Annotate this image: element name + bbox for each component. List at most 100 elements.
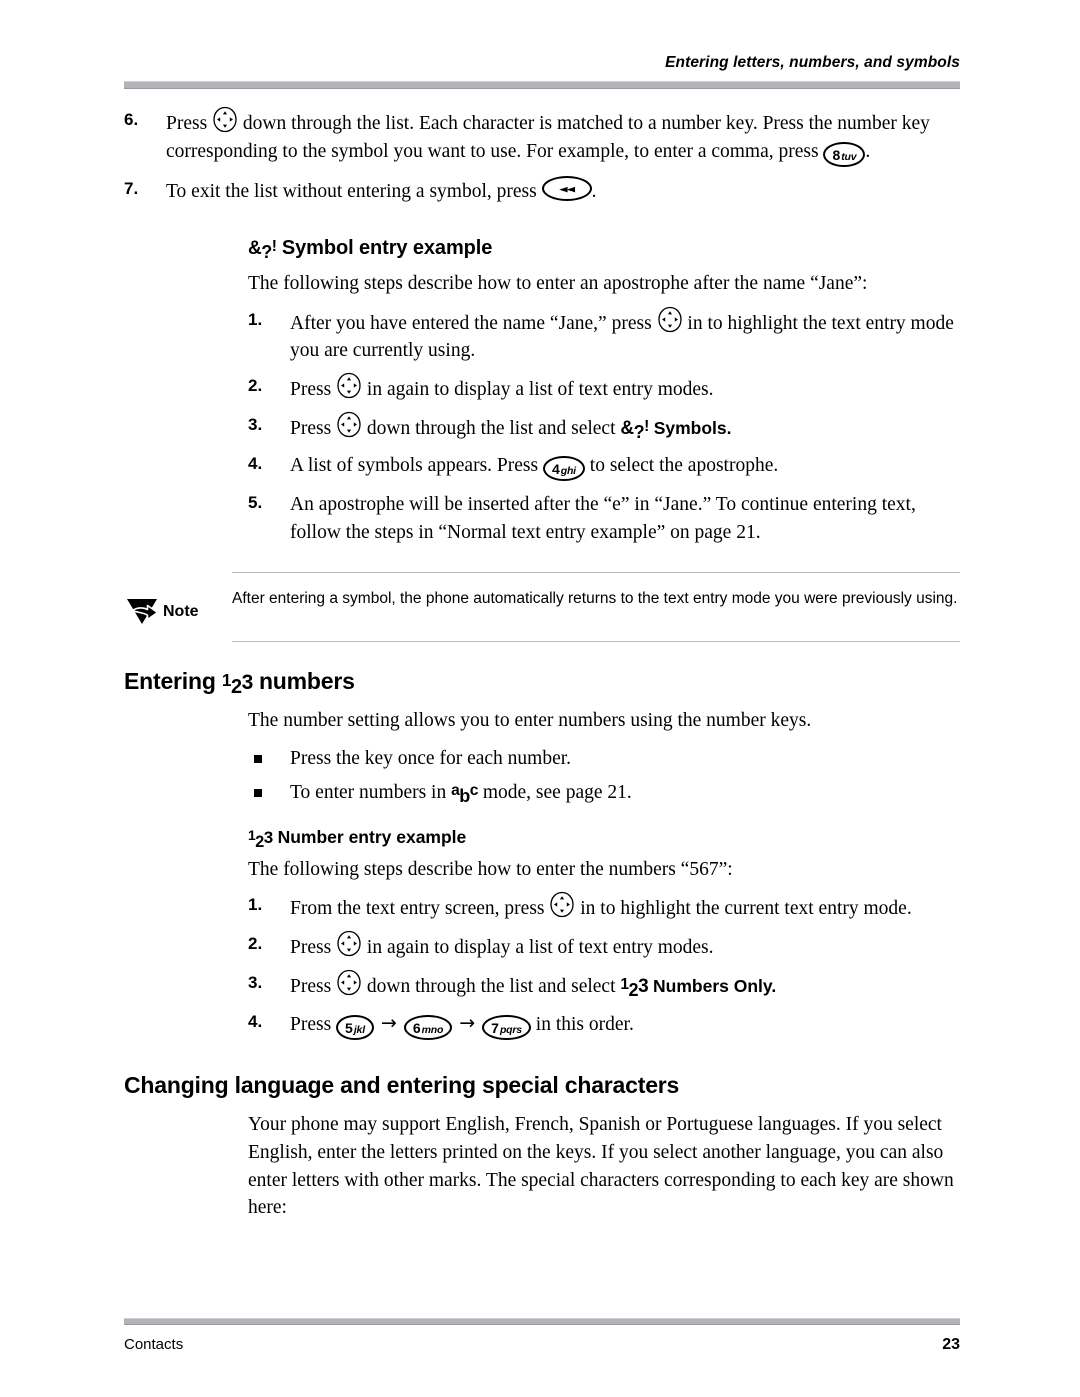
- note-callout: Note After entering a symbol, the phone …: [124, 572, 960, 643]
- key-number: 4: [551, 460, 560, 477]
- step-text-part1: Press: [290, 975, 332, 997]
- step-text-part2: .: [591, 181, 597, 203]
- step-item: 3. Press down through the list and selec…: [248, 411, 960, 443]
- step-text-part2: down through the list and select: [366, 417, 616, 439]
- step-text-part1: To exit the list without entering a symb…: [166, 181, 537, 203]
- language-paragraph: Your phone may support English, French, …: [248, 1114, 954, 1219]
- step-item: 3. Press down through the list and selec…: [248, 969, 960, 1001]
- numbers-heading-before: Entering: [124, 668, 216, 695]
- note-text: After entering a symbol, the phone autom…: [232, 590, 958, 608]
- arrow-separator-icon: →: [459, 1011, 476, 1034]
- language-section-heading: Changing language and entering special c…: [124, 1072, 680, 1099]
- note-arrow-icon: [126, 597, 162, 627]
- double-left-arrow-glyph: ◄◄: [559, 182, 575, 196]
- nav-key-icon: [336, 930, 362, 957]
- symbol-step-list: 1. After you have entered the name “Jane…: [248, 306, 960, 547]
- numbers-bullet-list: Press the key once for each number. To e…: [248, 745, 960, 807]
- bullet-text: Press the key once for each number.: [290, 748, 572, 770]
- step-text-part2: to select the apostrophe.: [589, 454, 779, 476]
- step-item: 1. From the text entry screen, press in …: [248, 891, 960, 923]
- step-item: 2. Press in again to display a list of t…: [248, 372, 960, 404]
- step-text-part2: in again to display a list of text entry…: [366, 937, 714, 959]
- numbers-section-heading: Entering 123 numbers: [124, 668, 960, 698]
- key-8-tuv-icon: 8tuv: [823, 141, 866, 168]
- key-letters: mno: [421, 1023, 444, 1036]
- step-number: 2.: [248, 375, 263, 395]
- key-letters: ghi: [560, 464, 576, 477]
- abc-mode-glyph: abc: [451, 781, 478, 806]
- step-item: 5. An apostrophe will be inserted after …: [248, 491, 960, 546]
- key-6-mno-icon: 6mno: [403, 1014, 453, 1041]
- key-4-ghi-icon: 4ghi: [542, 455, 585, 482]
- note-label-group: Note: [124, 587, 232, 627]
- number-example-heading-text: Number entry example: [277, 826, 467, 847]
- footer-row: Contacts 23: [124, 1336, 960, 1354]
- step-text-part1: An apostrophe will be inserted after the…: [290, 494, 916, 543]
- key-number: 5: [345, 1019, 353, 1036]
- step-number: 4.: [248, 1011, 263, 1031]
- page-content: 6. Press down through the list. Each cha…: [124, 106, 960, 1232]
- bullet-square-icon: [254, 788, 262, 797]
- symbols-mode-glyph: &?!: [620, 417, 649, 442]
- key-5-jkl-icon: 5jkl: [336, 1014, 374, 1041]
- footer-divider: [124, 1318, 960, 1325]
- numbers-section-body: The number setting allows you to enter n…: [248, 707, 960, 1041]
- entering-numbers-section: Entering 123 numbers The number setting …: [124, 668, 960, 1041]
- top-step-list: 6. Press down through the list. Each cha…: [124, 106, 960, 206]
- nav-key-icon: [336, 372, 362, 399]
- nav-key-icon: [212, 106, 238, 133]
- nav-key-icon: [336, 411, 362, 438]
- step-text-part2: in to highlight the current text entry m…: [580, 898, 912, 920]
- step-text-part1: After you have entered the name “Jane,” …: [290, 312, 652, 334]
- header-divider: [124, 81, 960, 89]
- key-number: 8: [832, 146, 841, 163]
- note-bottom-divider: [232, 641, 960, 643]
- step-item: 6. Press down through the list. Each cha…: [124, 106, 960, 168]
- page-header: Entering letters, numbers, and symbols: [124, 54, 960, 89]
- step-text-part1: Press: [166, 113, 208, 134]
- page-footer: Contacts 23: [124, 1318, 960, 1354]
- step-text-part1: Press: [290, 1013, 332, 1035]
- step-number: 3.: [248, 414, 263, 434]
- step-bold-tail: Symbols.: [653, 417, 732, 438]
- note-label: Note: [163, 603, 199, 621]
- step-item: 4. A list of symbols appears. Press 4ghi…: [248, 452, 960, 482]
- document-page: Entering letters, numbers, and symbols 6…: [0, 0, 1080, 1397]
- step-text-part1: From the text entry screen, press: [290, 898, 545, 920]
- step-item: 2. Press in again to display a list of t…: [248, 930, 960, 962]
- step-number: 3.: [248, 972, 263, 992]
- number-example-intro: The following steps describe how to ente…: [248, 858, 733, 880]
- step-number: 6.: [124, 110, 139, 129]
- back-key-icon: ◄◄: [541, 176, 592, 202]
- step-number: 1.: [248, 895, 263, 915]
- arrow-separator-icon: →: [380, 1011, 397, 1034]
- step-text-part2: in this order.: [535, 1013, 634, 1035]
- list-item: Press the key once for each number.: [248, 745, 960, 773]
- key-letters: tuv: [841, 150, 857, 163]
- step-item: 1. After you have entered the name “Jane…: [248, 306, 960, 365]
- header-title: Entering letters, numbers, and symbols: [665, 54, 960, 71]
- symbol-section-heading-text: Symbol entry example: [281, 236, 493, 259]
- step-number: 2.: [248, 934, 263, 954]
- nav-key-icon: [657, 306, 683, 333]
- symbol-section-intro: The following steps describe how to ente…: [248, 272, 868, 294]
- language-section: Changing language and entering special c…: [124, 1072, 960, 1222]
- symbol-section-heading: &?! Symbol entry example: [248, 236, 960, 262]
- step-number: 5.: [248, 493, 263, 513]
- step-number: 4.: [248, 453, 263, 473]
- footer-chapter-label: Contacts: [124, 1336, 184, 1353]
- numbers-mode-glyph: 123: [620, 975, 649, 1000]
- step-item: 4. Press 5jkl → 6mno → 7pqrs in this order.: [248, 1010, 960, 1041]
- step-text-part2: down through the list. Each character is…: [166, 113, 930, 162]
- step-number: 7.: [124, 179, 139, 199]
- key-number: 6: [412, 1019, 421, 1036]
- bullet-text-before: To enter numbers in: [290, 781, 447, 803]
- language-section-body: Your phone may support English, French, …: [248, 1111, 960, 1222]
- step-text-part3: .: [865, 140, 871, 162]
- number-step-list: 1. From the text entry screen, press in …: [248, 891, 960, 1041]
- step-bold-tail: Numbers Only.: [653, 975, 777, 996]
- step-text-part1: Press: [290, 937, 332, 959]
- nav-key-icon: [549, 891, 575, 918]
- step-text-part1: Press: [290, 378, 332, 400]
- list-item: To enter numbers in abc mode, see page 2…: [248, 779, 960, 807]
